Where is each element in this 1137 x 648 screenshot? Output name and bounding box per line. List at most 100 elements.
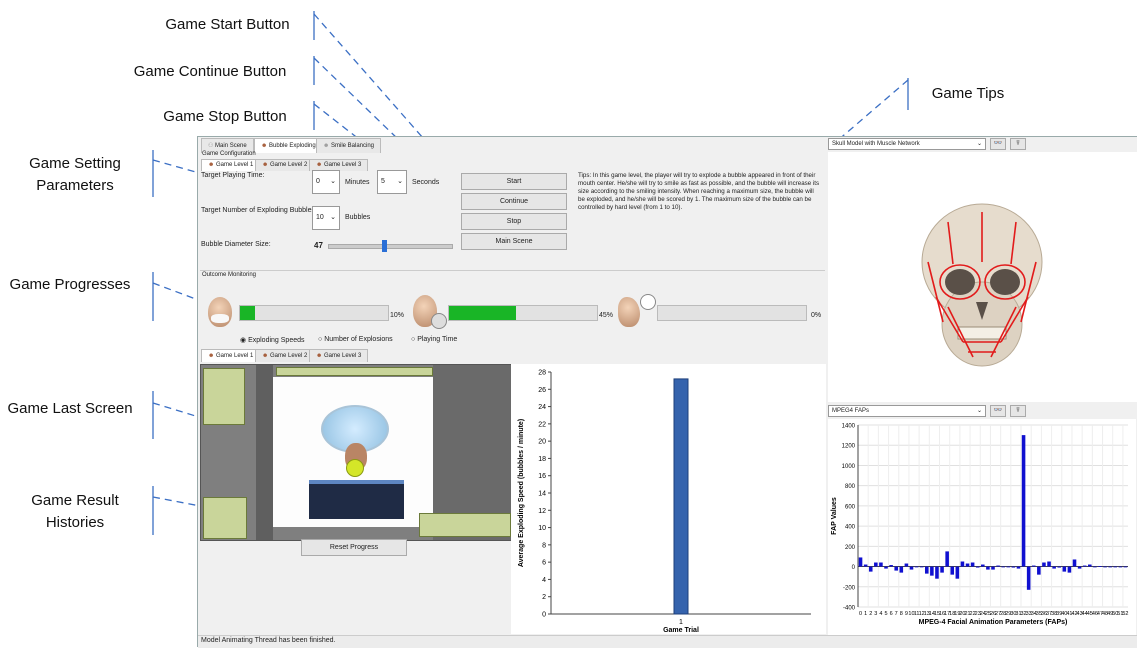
fap-chart-bar: [1072, 559, 1077, 567]
radio-playing-time-dot: ○: [411, 336, 416, 343]
fap-chart-ytick-label: 800: [845, 484, 856, 490]
faps-select-chevron-down-icon: ⌄: [976, 408, 982, 414]
radio-exploding-speeds-label: Exploding Speeds: [248, 337, 305, 344]
tab-smile-balancing[interactable]: ☻ Smile Balancing: [316, 138, 382, 153]
tab-bubble-exploding[interactable]: ☻ Bubble Exploding: [254, 138, 323, 153]
skull-viewport: [828, 152, 1137, 402]
tab-bubble-exploding-icon: ☻: [261, 143, 269, 149]
fap-chart-ytick-label: 600: [845, 504, 856, 510]
fap-chart-bar: [930, 566, 934, 576]
game-configuration-title: Game Configuration: [202, 151, 256, 157]
fap-chart-xtick-label: 8: [900, 611, 903, 617]
result-tab-level-2[interactable]: ☻ Game Level 2: [255, 349, 315, 362]
bubble-diameter-slider-thumb[interactable]: [382, 240, 388, 252]
speed-chart-ytick-label: 6: [542, 560, 546, 567]
bubble-diameter-slider[interactable]: [328, 240, 453, 252]
fap-chart-bar: [914, 566, 919, 568]
main-scene-button[interactable]: Main Scene: [461, 233, 567, 250]
fap-chart-bar: [1052, 566, 1056, 569]
progress-bar-1-fill: [240, 306, 255, 320]
speed-chart-ytick-label: 0: [542, 612, 546, 619]
model-select-chevron-down-icon: ⌄: [976, 141, 982, 147]
speed-chart-ytick-label: 16: [538, 473, 546, 480]
hud-left-panel: [203, 368, 245, 425]
bubble-diameter-value: 47: [314, 241, 323, 250]
fap-chart-bar: [1037, 566, 1041, 575]
config-tab-level-1-icon: ☻: [208, 162, 216, 168]
model-figure-button[interactable]: ☤: [1010, 138, 1026, 150]
fap-chart-bar: [889, 565, 893, 567]
fap-chart-bar: [1006, 566, 1011, 568]
result-tab-level-1-label: Game Level 1: [215, 353, 254, 359]
fap-chart-bar: [970, 562, 975, 567]
fap-chart-bar: [986, 566, 990, 570]
hud-top-bar: [276, 367, 433, 376]
fap-values-chart: -400-20002004006008001000120014000 1 2 3 4 5 6…: [828, 419, 1136, 637]
radio-exploding-speeds[interactable]: ◉ Exploding Speeds: [240, 336, 305, 344]
model-select[interactable]: Skull Model with Muscle Network ⌄: [828, 138, 986, 150]
fap-chart-ytick-label: 200: [845, 545, 856, 551]
app-window: ⚇ Main Scene ☻ Bubble Exploding ☻ Smile …: [197, 136, 1137, 648]
reset-progress-button[interactable]: Reset Progress: [301, 539, 407, 556]
fap-chart-bar: [924, 566, 929, 574]
bubble-diameter-label: Bubble Diameter Size:: [201, 241, 271, 248]
faps-select-value: MPEG4 FAPs: [832, 408, 870, 414]
seconds-chevron-down-icon: ⌄: [397, 178, 403, 185]
fap-chart-bar: [1026, 566, 1031, 590]
fap-chart-bar: [960, 561, 965, 567]
result-tab-level-2-icon: ☻: [262, 353, 270, 359]
player-avatar-1: [208, 297, 232, 327]
fap-chart-bar: [919, 566, 924, 568]
fap-chart-bar: [981, 564, 985, 567]
bubbles-value: 10: [316, 214, 324, 221]
config-tab-level-1[interactable]: ☻ Game Level 1: [201, 159, 261, 171]
fap-chart-bar: [904, 563, 909, 567]
average-speed-chart: 02468101214161820222426281Game TrialAver…: [511, 364, 826, 634]
hud-bottom-buttons: [203, 497, 247, 539]
config-tab-level-3-icon: ☻: [316, 162, 324, 168]
speed-chart-ytick-label: 22: [538, 421, 546, 428]
minutes-chevron-down-icon: ⌄: [330, 178, 336, 185]
fap-chart-bar: [935, 566, 939, 579]
stop-button[interactable]: Stop: [461, 213, 567, 230]
fap-chart-bar: [991, 566, 995, 570]
bubbles-select[interactable]: 10 ⌄: [312, 206, 340, 230]
glasses-icon: 👓: [993, 140, 1003, 147]
radio-playing-time[interactable]: ○ Playing Time: [411, 336, 457, 343]
faps-select[interactable]: MPEG4 FAPs ⌄: [828, 405, 986, 417]
faps-glasses-button[interactable]: 👓: [990, 405, 1006, 417]
fap-chart-bar: [1082, 565, 1087, 567]
speed-chart-ytick-label: 14: [538, 491, 546, 498]
fap-chart-bar: [996, 565, 1000, 567]
fap-chart-bar: [1047, 561, 1051, 567]
game-tips-text: Tips: In this game level, the player wil…: [578, 172, 820, 211]
radio-number-of-explosions[interactable]: ○ Number of Explosions: [318, 336, 393, 343]
faps-figure-button[interactable]: ☤: [1010, 405, 1026, 417]
fap-chart-xtick-label: 2: [869, 611, 872, 617]
result-tab-level-1[interactable]: ☻ Game Level 1: [201, 349, 261, 362]
fap-chart-bar: [894, 566, 898, 571]
tab-bubble-exploding-label: Bubble Exploding: [268, 143, 316, 149]
fap-chart-bar: [1123, 566, 1128, 568]
config-tab-level-2[interactable]: ☻ Game Level 2: [255, 159, 315, 171]
fap-chart-bar: [1031, 565, 1036, 567]
player-avatar-3: [618, 297, 640, 327]
seconds-select[interactable]: 5 ⌄: [377, 170, 407, 194]
fap-chart-bar: [1016, 566, 1021, 569]
outcome-monitoring-title: Outcome Monitoring: [202, 272, 257, 278]
continue-button[interactable]: Continue: [461, 193, 567, 210]
minutes-select[interactable]: 0 ⌄: [312, 170, 340, 194]
fap-chart-bar: [1067, 566, 1072, 573]
fap-chart-bar: [940, 566, 944, 573]
model-glasses-button[interactable]: 👓: [990, 138, 1006, 150]
config-tab-level-2-icon: ☻: [262, 162, 270, 168]
result-tab-level-3-label: Game Level 3: [323, 353, 362, 359]
progress-bar-3: [657, 305, 807, 321]
bubble-icon-3: [640, 294, 656, 310]
status-bar: Model Animating Thread has been finished…: [198, 635, 1137, 648]
room-left-wall: [256, 365, 273, 540]
speed-chart-ytick-label: 28: [538, 370, 546, 377]
start-button[interactable]: Start: [461, 173, 567, 190]
result-tab-level-3[interactable]: ☻ Game Level 3: [309, 349, 369, 362]
speed-chart-ytick-label: 20: [538, 439, 546, 446]
